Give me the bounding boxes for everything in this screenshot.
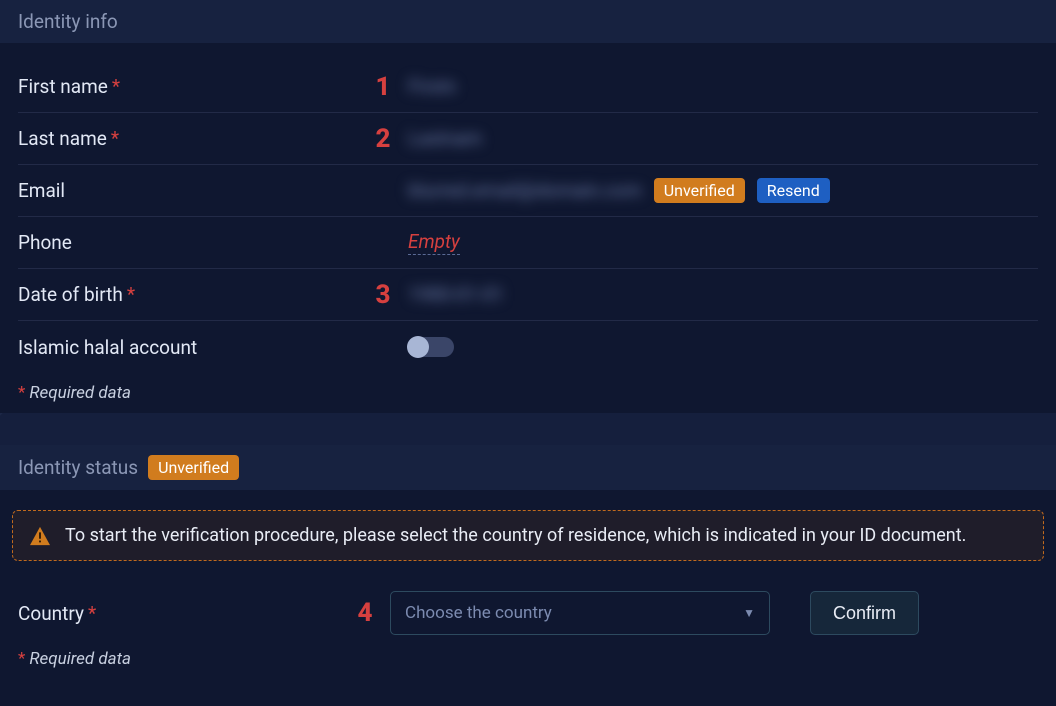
field-email: Email blurred.email@domain.com Unverifie… [18, 165, 1038, 217]
identity-status-title: Identity status [18, 456, 138, 479]
required-asterisk: * [18, 383, 25, 403]
annotation-marker-3: 3 [376, 280, 391, 310]
verification-alert: To start the verification procedure, ple… [12, 510, 1044, 561]
field-last-name: Last name* 2 Lastnam [18, 113, 1038, 165]
required-note-text: Required data [29, 383, 131, 403]
field-first-name: First name* 1 Firstn [18, 61, 1038, 113]
country-select[interactable]: Choose the country ▼ [390, 591, 770, 635]
identity-status-header: Identity status Unverified [0, 445, 1056, 490]
required-asterisk: * [111, 127, 119, 150]
resend-button[interactable]: Resend [757, 178, 830, 203]
country-label: Country* [18, 602, 340, 625]
field-dob: Date of birth* 3 1980-01-01 [18, 269, 1038, 321]
field-phone: Phone Empty [18, 217, 1038, 269]
required-asterisk: * [127, 283, 135, 306]
email-unverified-badge: Unverified [654, 178, 745, 203]
toggle-knob [407, 336, 429, 358]
annotation-marker-4: 4 [358, 598, 373, 628]
section-divider [0, 413, 1056, 445]
country-select-placeholder: Choose the country [405, 603, 552, 623]
email-label: Email [18, 179, 358, 202]
verification-alert-text: To start the verification procedure, ple… [65, 525, 966, 546]
dob-label-text: Date of birth [18, 283, 123, 306]
phone-label: Phone [18, 231, 358, 254]
required-asterisk: * [18, 649, 25, 669]
dob-label: Date of birth* [18, 283, 358, 306]
first-name-label: First name* [18, 75, 358, 98]
annotation-marker-1: 1 [376, 72, 391, 102]
required-footnote: *Required data [18, 383, 1038, 403]
required-footnote-status: *Required data [18, 649, 1038, 669]
first-name-label-text: First name [18, 75, 108, 98]
country-label-text: Country [18, 602, 84, 625]
warning-icon [29, 526, 51, 546]
identity-info-title: Identity info [18, 10, 118, 33]
first-name-value[interactable]: Firstn [408, 75, 456, 98]
confirm-button[interactable]: Confirm [810, 591, 919, 635]
required-asterisk: * [88, 602, 96, 625]
last-name-label-text: Last name [18, 127, 107, 150]
halal-label: Islamic halal account [18, 336, 358, 359]
last-name-label: Last name* [18, 127, 358, 150]
annotation-marker-2: 2 [376, 124, 391, 154]
chevron-down-icon: ▼ [743, 606, 755, 620]
last-name-value[interactable]: Lastnam [408, 127, 482, 150]
email-value[interactable]: blurred.email@domain.com [408, 179, 642, 202]
dob-value[interactable]: 1980-01-01 [408, 283, 504, 306]
field-country: Country* 4 Choose the country ▼ Confirm [0, 571, 1056, 639]
field-halal: Islamic halal account [18, 321, 1038, 373]
required-asterisk: * [112, 75, 120, 98]
identity-info-header: Identity info [0, 0, 1056, 43]
identity-status-badge: Unverified [148, 455, 239, 480]
required-note-text-status: Required data [29, 649, 131, 669]
halal-toggle[interactable] [408, 337, 454, 357]
identity-info-body: First name* 1 Firstn Last name* 2 Lastna… [0, 43, 1056, 413]
phone-value-empty[interactable]: Empty [408, 230, 460, 255]
